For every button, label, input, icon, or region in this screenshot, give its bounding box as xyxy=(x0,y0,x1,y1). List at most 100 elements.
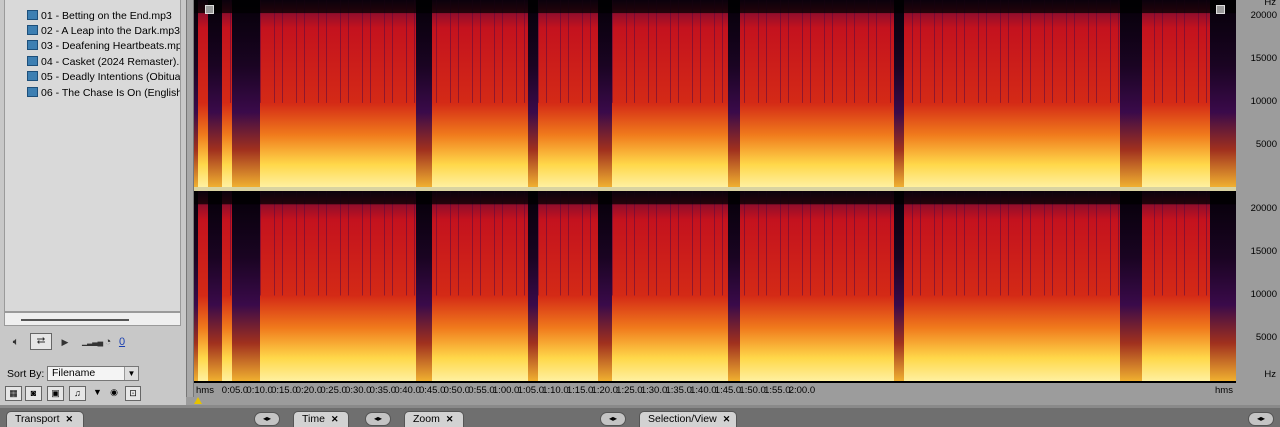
tab-label: Time xyxy=(302,413,325,425)
time-label: 1:15.0 xyxy=(566,385,594,396)
volume-bars-icon: ▁▂▃▄ xyxy=(82,337,103,346)
file-item[interactable]: 04 - Casket (2024 Remaster).mp3 xyxy=(27,55,180,70)
time-label: 1:35.0 xyxy=(665,385,692,396)
tab-selection-view[interactable]: Selection/View ✕ xyxy=(639,411,737,427)
tab-transport[interactable]: Transport ✕ xyxy=(6,411,84,427)
tab-zoom[interactable]: Zoom ✕ xyxy=(404,411,464,427)
close-file-button[interactable]: ▣ xyxy=(47,386,64,401)
time-label: 0:50.0 xyxy=(443,385,471,396)
panel-menu-button[interactable]: ◂▸ xyxy=(600,412,626,426)
channel-right-spectrogram[interactable] xyxy=(194,191,1236,381)
time-label: 0:45.0 xyxy=(418,385,446,396)
speaker-icon[interactable]: 🔈︎ xyxy=(8,333,24,351)
time-label: 1:25.0 xyxy=(616,385,643,396)
freq-label: 10000 xyxy=(1250,96,1277,107)
audio-file-icon xyxy=(27,10,38,20)
open-file-button[interactable]: ▦ xyxy=(5,386,22,401)
close-icon[interactable]: ✕ xyxy=(446,414,454,424)
scrollbar-thumb[interactable] xyxy=(21,319,129,321)
time-label: 2:00.0 xyxy=(788,385,816,396)
time-label: 0:55.0 xyxy=(468,385,495,396)
volume-knob[interactable]: ◔ xyxy=(101,333,115,351)
play-preview-button[interactable]: ▶ xyxy=(59,333,71,351)
playhead-marker[interactable] xyxy=(194,397,202,404)
tab-label: Zoom xyxy=(413,413,440,425)
time-label: 1:00.0 xyxy=(492,385,520,396)
file-item-label: 02 - A Leap into the Dark.mp3 xyxy=(41,25,180,37)
freq-label: 20000 xyxy=(1250,10,1277,21)
frequency-unit: Hz xyxy=(1264,0,1276,8)
volume-value[interactable]: 0 xyxy=(117,333,127,351)
tab-time[interactable]: Time ✕ xyxy=(293,411,349,427)
time-label: 1:50.0 xyxy=(739,385,766,396)
time-ruler[interactable]: hms hms 0:05.0 0:10.0 0:15.0 0:20.0 0:25.0 0:… xyxy=(194,383,1236,397)
time-label: 1:40.0 xyxy=(690,385,717,396)
file-item[interactable]: 05 - Deadly Intentions (Obituary c xyxy=(27,70,181,85)
sort-by-label: Sort By: xyxy=(7,368,45,380)
panel-divider[interactable] xyxy=(186,0,194,405)
loop-button[interactable]: ⮂ xyxy=(30,333,52,350)
file-item[interactable]: 02 - A Leap into the Dark.mp3 xyxy=(27,24,180,39)
sort-by-value: Filename xyxy=(52,367,96,379)
preview-controls: 🔈︎ ⮂ ▶ ▁▂▃▄ ◔ 0 xyxy=(4,333,184,357)
time-label: 0:30.0 xyxy=(345,385,372,396)
time-unit-right: hms xyxy=(1215,385,1233,396)
file-list[interactable]: 01 - Betting on the End.mp3 02 - A Leap … xyxy=(4,0,181,312)
time-label: 0:10.0 xyxy=(246,385,273,396)
time-label: 0:35.0 xyxy=(369,385,397,396)
show-options-button[interactable]: ⊡ xyxy=(125,386,141,401)
audio-file-icon xyxy=(27,56,38,66)
time-label: 0:25.0 xyxy=(320,385,347,396)
frequency-unit: Hz xyxy=(1264,369,1276,380)
freq-label: 5000 xyxy=(1255,332,1277,343)
panel-menu-button[interactable]: ◂▸ xyxy=(365,412,391,426)
file-item-label: 05 - Deadly Intentions (Obituary c xyxy=(41,71,181,83)
cd-button[interactable]: ♫ xyxy=(69,386,86,401)
time-label: 0:15.0 xyxy=(271,385,298,396)
time-label: 1:05.0 xyxy=(517,385,545,396)
freq-label: 5000 xyxy=(1255,139,1277,150)
file-item-label: 03 - Deafening Heartbeats.mp3 xyxy=(41,40,181,52)
sort-by-select[interactable]: Filename ▼ xyxy=(47,366,139,381)
tab-label: Transport xyxy=(15,413,60,425)
close-icon[interactable]: ✕ xyxy=(66,414,74,424)
freq-label: 20000 xyxy=(1250,203,1277,214)
fade-out-handle[interactable] xyxy=(1216,5,1225,14)
preview-options-icon[interactable]: ◉ xyxy=(107,386,121,401)
file-item[interactable]: 01 - Betting on the End.mp3 xyxy=(27,9,172,24)
freq-label: 15000 xyxy=(1250,53,1277,64)
fade-in-handle[interactable] xyxy=(205,5,214,14)
spectral-display[interactable] xyxy=(194,0,1236,383)
horizontal-scroll-area[interactable] xyxy=(186,397,1280,405)
panel-menu-button[interactable]: ◂▸ xyxy=(254,412,280,426)
time-unit-left: hms xyxy=(196,385,214,396)
file-item[interactable]: 06 - The Chase Is On (English Do xyxy=(27,86,181,101)
audio-file-icon xyxy=(27,87,38,97)
time-label: 1:55.0 xyxy=(764,385,791,396)
time-label: 0:20.0 xyxy=(295,385,323,396)
time-label: 1:10.0 xyxy=(542,385,569,396)
time-label: 0:05.0 xyxy=(221,385,249,396)
file-item-label: 01 - Betting on the End.mp3 xyxy=(41,10,172,22)
panel-menu-button[interactable]: ◂▸ xyxy=(1248,412,1274,426)
time-label: 1:30.0 xyxy=(640,385,668,396)
file-item-label: 06 - The Chase Is On (English Do xyxy=(41,87,181,99)
file-item[interactable]: 03 - Deafening Heartbeats.mp3 xyxy=(27,39,181,54)
close-icon[interactable]: ✕ xyxy=(331,414,339,424)
chevron-down-icon[interactable]: ▼ xyxy=(124,367,138,380)
tab-label: Selection/View xyxy=(648,413,717,425)
filter-icon[interactable]: ▼ xyxy=(91,386,104,401)
channel-left-spectrogram[interactable] xyxy=(194,0,1236,187)
close-icon[interactable]: ✕ xyxy=(723,414,731,424)
time-label: 1:45.0 xyxy=(714,385,742,396)
freq-label: 10000 xyxy=(1250,289,1277,300)
panel-tab-bar: Transport ✕ ◂▸ Time ✕ ◂▸ Zoom ✕ ◂▸ Selectio… xyxy=(0,408,1280,427)
audio-file-icon xyxy=(27,71,38,81)
import-button[interactable]: ◙ xyxy=(25,386,42,401)
file-item-label: 04 - Casket (2024 Remaster).mp3 xyxy=(41,56,180,68)
files-panel: 01 - Betting on the End.mp3 02 - A Leap … xyxy=(0,0,186,405)
frequency-ruler: Hz 20000 15000 10000 5000 20000 15000 10… xyxy=(1236,0,1280,383)
file-list-scrollbar[interactable] xyxy=(4,312,181,326)
audio-file-icon xyxy=(27,25,38,35)
time-label: 1:20.0 xyxy=(591,385,618,396)
